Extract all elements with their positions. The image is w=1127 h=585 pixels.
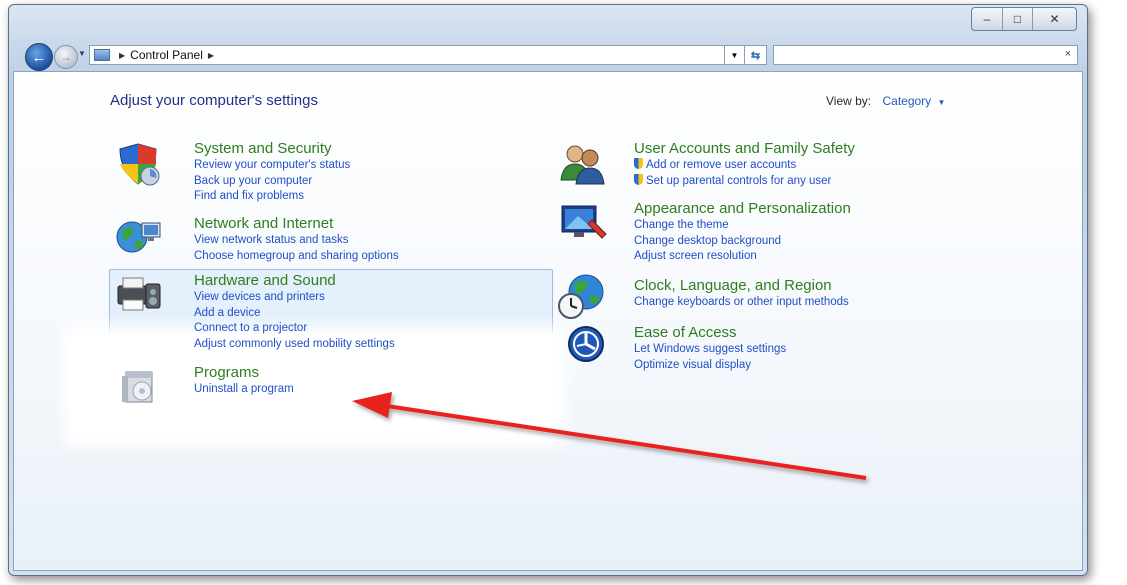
refresh-button[interactable]: ⇆ bbox=[745, 45, 767, 65]
forward-arrow-icon: → bbox=[60, 50, 72, 64]
screen-resolution-link[interactable]: Adjust screen resolution bbox=[634, 249, 851, 265]
back-arrow-icon: ← bbox=[31, 48, 47, 66]
category-hardware-and-sound: Hardware and Sound View devices and prin… bbox=[194, 272, 395, 352]
control-panel-icon bbox=[94, 49, 110, 61]
address-bar[interactable]: ▶ Control Panel ▶ bbox=[89, 45, 725, 65]
ease-of-access-icon bbox=[568, 326, 604, 362]
add-device-link[interactable]: Add a device bbox=[194, 306, 395, 322]
maximize-button[interactable]: □ bbox=[1002, 8, 1032, 30]
category-appearance: Appearance and Personalization Change th… bbox=[634, 200, 851, 265]
user-accounts-link[interactable]: User Accounts and Family Safety bbox=[634, 140, 855, 158]
homegroup-sharing-link[interactable]: Choose homegroup and sharing options bbox=[194, 249, 399, 265]
change-keyboards-link[interactable]: Change keyboards or other input methods bbox=[634, 295, 849, 311]
breadcrumb-separator[interactable]: ▶ bbox=[208, 51, 214, 60]
appearance-personalization-link[interactable]: Appearance and Personalization bbox=[634, 200, 851, 218]
windows-suggest-settings-link[interactable]: Let Windows suggest settings bbox=[634, 342, 786, 358]
forward-button[interactable]: → bbox=[54, 45, 78, 69]
control-panel-window: – □ ✕ ← → ▼ ▶ Control Panel ▶ ▼ ⇆ × Adju… bbox=[8, 4, 1088, 576]
close-button[interactable]: ✕ bbox=[1032, 8, 1076, 30]
breadcrumb-control-panel[interactable]: Control Panel bbox=[130, 48, 203, 62]
breadcrumb-separator[interactable]: ▶ bbox=[119, 51, 125, 60]
system-and-security-link[interactable]: System and Security bbox=[194, 140, 350, 158]
printer-icon bbox=[117, 277, 161, 311]
ease-of-access-link[interactable]: Ease of Access bbox=[634, 324, 786, 342]
programs-link[interactable]: Programs bbox=[194, 364, 294, 382]
category-system-and-security: System and Security Review your computer… bbox=[194, 140, 350, 205]
clear-search-icon[interactable]: × bbox=[1065, 48, 1071, 60]
network-globe-icon bbox=[116, 221, 161, 253]
category-clock-language: Clock, Language, and Region Change keybo… bbox=[634, 277, 849, 311]
search-input[interactable]: × bbox=[773, 45, 1078, 65]
mobility-settings-link[interactable]: Adjust commonly used mobility settings bbox=[194, 337, 395, 353]
window-controls: – □ ✕ bbox=[971, 7, 1077, 31]
hardware-and-sound-link[interactable]: Hardware and Sound bbox=[194, 272, 395, 290]
parental-controls-link[interactable]: Set up parental controls for any user bbox=[634, 174, 855, 190]
chevron-down-icon: ▼ bbox=[730, 50, 739, 60]
clock-globe-icon bbox=[558, 274, 604, 319]
shield-icon bbox=[119, 143, 160, 186]
refresh-icon: ⇆ bbox=[750, 49, 761, 62]
view-network-status-link[interactable]: View network status and tasks bbox=[194, 233, 399, 249]
address-dropdown-button[interactable]: ▼ bbox=[725, 45, 745, 65]
uninstall-program-link[interactable]: Uninstall a program bbox=[194, 382, 294, 398]
back-button[interactable]: ← bbox=[25, 43, 53, 71]
minimize-button[interactable]: – bbox=[972, 8, 1002, 30]
view-by-selector[interactable]: View by: Category ▼ bbox=[826, 94, 945, 108]
recent-pages-dropdown[interactable]: ▼ bbox=[78, 49, 86, 58]
category-ease-of-access: Ease of Access Let Windows suggest setti… bbox=[634, 324, 786, 373]
review-status-link[interactable]: Review your computer's status bbox=[194, 158, 350, 174]
view-devices-printers-link[interactable]: View devices and printers bbox=[194, 290, 395, 306]
page-title: Adjust your computer's settings bbox=[110, 92, 318, 109]
category-programs: Programs Uninstall a program bbox=[194, 364, 294, 398]
navigation-bar: ← → ▼ ▶ Control Panel ▶ ▼ ⇆ × bbox=[9, 39, 1087, 71]
title-bar: – □ ✕ bbox=[9, 5, 1087, 39]
programs-box-icon bbox=[122, 371, 153, 403]
optimize-visual-display-link[interactable]: Optimize visual display bbox=[634, 358, 786, 374]
category-user-accounts: User Accounts and Family Safety Add or r… bbox=[634, 140, 855, 189]
network-and-internet-link[interactable]: Network and Internet bbox=[194, 215, 399, 233]
category-network-and-internet: Network and Internet View network status… bbox=[194, 215, 399, 264]
view-by-value[interactable]: Category bbox=[882, 94, 931, 108]
find-fix-problems-link[interactable]: Find and fix problems bbox=[194, 189, 350, 205]
change-theme-link[interactable]: Change the theme bbox=[634, 218, 851, 234]
view-by-label: View by: bbox=[826, 94, 872, 108]
monitor-paint-icon bbox=[561, 205, 607, 239]
control-panel-content: Adjust your computer's settings View by:… bbox=[13, 71, 1083, 571]
change-background-link[interactable]: Change desktop background bbox=[634, 234, 851, 250]
clock-language-region-link[interactable]: Clock, Language, and Region bbox=[634, 277, 849, 295]
connect-projector-link[interactable]: Connect to a projector bbox=[194, 321, 395, 337]
chevron-down-icon[interactable]: ▼ bbox=[938, 98, 946, 107]
add-remove-users-link[interactable]: Add or remove user accounts bbox=[634, 158, 855, 174]
back-up-link[interactable]: Back up your computer bbox=[194, 174, 350, 190]
users-icon bbox=[560, 145, 605, 185]
